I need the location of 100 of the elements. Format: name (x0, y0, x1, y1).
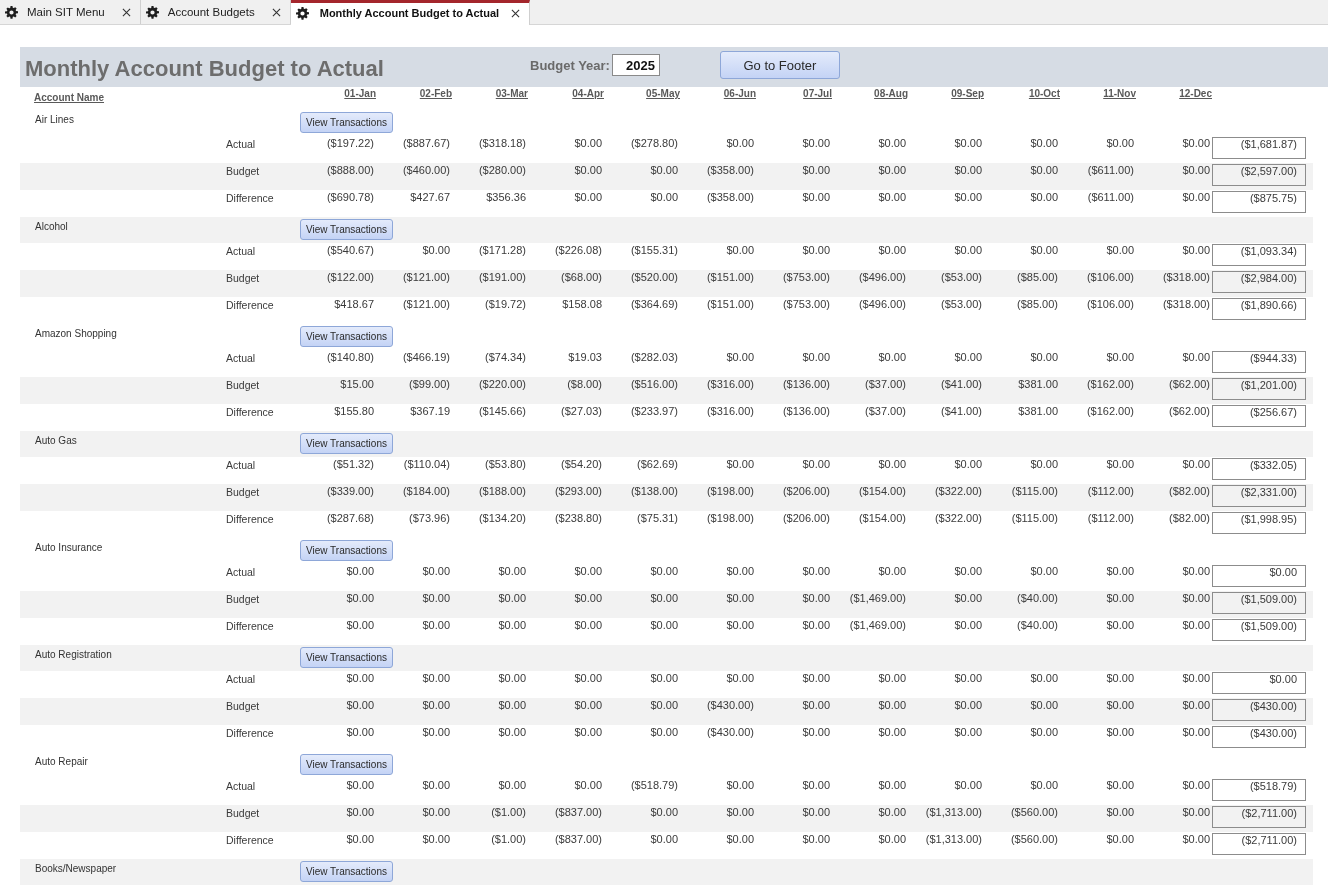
form-title: Monthly Account Budget to Actual (25, 56, 384, 81)
total-field[interactable]: ($875.75) (1212, 191, 1306, 213)
total-field[interactable]: ($2,597.00) (1212, 164, 1306, 186)
total-field[interactable]: ($2,711.00) (1212, 833, 1306, 855)
amount: $0.00 (878, 726, 906, 738)
account-name: Auto Repair (35, 756, 88, 767)
view-transactions-button[interactable]: View Transactions (300, 219, 393, 240)
total-field[interactable]: ($332.05) (1212, 458, 1306, 480)
total-field[interactable]: ($1,681.87) (1212, 137, 1306, 159)
row-label: Actual (226, 780, 256, 792)
amount: $0.00 (346, 672, 374, 684)
amount: ($318.18) (478, 137, 526, 149)
row-label: Budget (226, 165, 260, 177)
total-field[interactable]: ($1,509.00) (1212, 592, 1306, 614)
total-field[interactable]: ($944.33) (1212, 351, 1306, 373)
amount: ($162.00) (1086, 378, 1134, 390)
column-header: 03-Mar (495, 88, 528, 99)
amount: ($151.00) (706, 271, 754, 283)
amount: $0.00 (954, 699, 982, 711)
amount: ($430.00) (706, 726, 754, 738)
amount: $0.00 (954, 137, 982, 149)
amount: ($837.00) (554, 833, 602, 845)
total-field[interactable]: ($430.00) (1212, 699, 1306, 721)
close-icon[interactable] (511, 8, 521, 18)
close-icon[interactable] (121, 7, 131, 17)
amount: $0.00 (726, 592, 754, 604)
amount: $0.00 (726, 458, 754, 470)
total-field[interactable]: $0.00 (1212, 565, 1306, 587)
amount: $0.00 (1030, 244, 1058, 256)
column-header: 10-Oct (1028, 88, 1060, 99)
go-to-footer-button[interactable]: Go to Footer (719, 51, 840, 79)
amount: ($293.00) (554, 485, 602, 497)
row-label: Difference (226, 299, 274, 311)
amount: ($155.31) (630, 244, 678, 256)
total-field[interactable]: ($2,711.00) (1212, 806, 1306, 828)
row-label: Actual (226, 673, 256, 685)
amount: ($1,313.00) (925, 833, 982, 845)
row-label: Difference (226, 834, 274, 846)
view-transactions-button[interactable]: View Transactions (300, 647, 393, 668)
amount: ($136.00) (782, 378, 830, 390)
column-header: 08-Aug (874, 88, 908, 99)
column-header: 11-Nov (1103, 88, 1136, 99)
amount: $0.00 (574, 672, 602, 684)
total-field[interactable]: ($1,201.00) (1212, 378, 1306, 400)
amount: $381.00 (1018, 405, 1058, 417)
view-transactions-button[interactable]: View Transactions (300, 540, 393, 561)
amount: $0.00 (802, 806, 830, 818)
view-transactions-button[interactable]: View Transactions (300, 754, 393, 775)
total-field[interactable]: ($430.00) (1212, 726, 1306, 748)
amount: $0.00 (1030, 164, 1058, 176)
row-label: Actual (226, 352, 256, 364)
amount: $0.00 (498, 726, 526, 738)
total-field[interactable]: ($1,093.34) (1212, 244, 1306, 266)
budget-year-field[interactable]: 2025 (611, 54, 660, 76)
amount: ($358.00) (706, 191, 754, 203)
amount: $0.00 (346, 779, 374, 791)
amount: $0.00 (1030, 672, 1058, 684)
total-field[interactable]: ($1,509.00) (1212, 619, 1306, 641)
total-field[interactable]: ($2,331.00) (1212, 485, 1306, 507)
total-field[interactable]: ($1,998.95) (1212, 512, 1306, 534)
amount: $0.00 (1182, 191, 1210, 203)
amount: ($339.00) (326, 485, 374, 497)
amount: $0.00 (650, 833, 678, 845)
amount: ($466.19) (402, 351, 450, 363)
amount: $0.00 (346, 699, 374, 711)
amount: $0.00 (650, 726, 678, 738)
row-label: Budget (226, 700, 260, 712)
total-field[interactable]: ($256.67) (1212, 405, 1306, 427)
view-transactions-button[interactable]: View Transactions (300, 433, 393, 454)
amount: ($85.00) (1017, 271, 1058, 283)
amount: ($322.00) (934, 485, 982, 497)
total-field[interactable]: ($518.79) (1212, 779, 1306, 801)
view-transactions-button[interactable]: View Transactions (300, 861, 393, 882)
tab[interactable]: Monthly Account Budget to Actual (290, 0, 531, 25)
amount: ($171.28) (478, 244, 526, 256)
amount: $0.00 (1106, 351, 1134, 363)
column-header: 05-May (646, 88, 680, 99)
amount: $0.00 (1182, 619, 1210, 631)
amount: $0.00 (954, 458, 982, 470)
total-field[interactable]: ($2,984.00) (1212, 271, 1306, 293)
view-transactions-button[interactable]: View Transactions (300, 326, 393, 347)
amount: $0.00 (726, 672, 754, 684)
view-transactions-button[interactable]: View Transactions (300, 112, 393, 133)
amount: ($516.00) (630, 378, 678, 390)
amount: ($82.00) (1169, 512, 1210, 524)
amount: $0.00 (878, 164, 906, 176)
amount: ($51.32) (333, 458, 374, 470)
amount: $155.80 (334, 405, 374, 417)
total-field[interactable]: $0.00 (1212, 672, 1306, 694)
amount: $0.00 (802, 672, 830, 684)
amount: ($496.00) (858, 271, 906, 283)
amount: $0.00 (802, 699, 830, 711)
amount: $0.00 (726, 351, 754, 363)
amount: ($191.00) (478, 271, 526, 283)
row-label: Actual (226, 245, 256, 257)
amount: ($19.72) (485, 298, 526, 310)
total-field[interactable]: ($1,890.66) (1212, 298, 1306, 320)
close-icon[interactable] (271, 7, 281, 17)
amount: ($154.00) (858, 485, 906, 497)
amount: $0.00 (1182, 699, 1210, 711)
